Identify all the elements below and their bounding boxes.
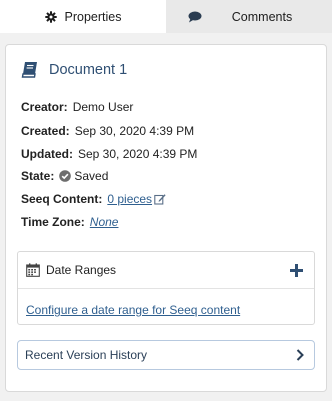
tab-comments-label: Comments bbox=[231, 9, 293, 24]
updated-value: Sep 30, 2020 4:39 PM bbox=[78, 147, 198, 161]
time-zone-label: Time Zone: bbox=[21, 215, 85, 229]
configure-date-range-link[interactable]: Configure a date range for Seeq content bbox=[26, 303, 240, 317]
comment-icon bbox=[188, 11, 202, 23]
time-zone-link[interactable]: None bbox=[90, 215, 119, 229]
plus-icon[interactable] bbox=[288, 262, 304, 278]
document-header: Document 1 bbox=[21, 61, 127, 79]
check-circle-icon bbox=[59, 170, 72, 182]
created-row: Created: Sep 30, 2020 4:39 PM bbox=[21, 124, 194, 138]
time-zone-row: Time Zone: None bbox=[21, 215, 118, 229]
document-title: Document 1 bbox=[49, 62, 128, 78]
calendar-icon bbox=[26, 263, 40, 277]
properties-panel: Document 1 Creator: Demo User Created: S… bbox=[5, 44, 327, 392]
updated-row: Updated: Sep 30, 2020 4:39 PM bbox=[21, 147, 197, 161]
creator-row: Creator: Demo User bbox=[21, 100, 133, 114]
date-ranges-header: Date Ranges bbox=[18, 252, 314, 289]
chevron-right-icon bbox=[296, 349, 304, 361]
book-icon bbox=[21, 61, 39, 79]
recent-version-history-button[interactable]: Recent Version History bbox=[17, 340, 315, 370]
created-value: Sep 30, 2020 4:39 PM bbox=[74, 124, 195, 138]
date-ranges-section: Date Ranges Configure a date range for S… bbox=[17, 251, 315, 325]
creator-value: Demo User bbox=[72, 100, 134, 114]
edit-icon[interactable] bbox=[154, 193, 166, 205]
updated-label: Updated: bbox=[21, 147, 73, 161]
date-ranges-title: Date Ranges bbox=[46, 263, 117, 277]
creator-label: Creator: bbox=[21, 100, 68, 114]
gear-icon bbox=[44, 10, 57, 23]
state-value: Saved bbox=[74, 169, 109, 183]
created-label: Created: bbox=[21, 124, 70, 138]
seeq-content-row: Seeq Content: 0 pieces bbox=[21, 192, 166, 206]
tab-bar: Properties Comments bbox=[0, 0, 332, 33]
state-row: State: Saved bbox=[21, 169, 108, 183]
tab-properties[interactable]: Properties bbox=[0, 0, 166, 33]
state-label: State: bbox=[21, 169, 55, 183]
tab-comments[interactable]: Comments bbox=[166, 0, 332, 33]
seeq-content-link[interactable]: 0 pieces bbox=[107, 192, 152, 206]
recent-version-history-label: Recent Version History bbox=[25, 348, 148, 362]
tab-properties-label: Properties bbox=[64, 9, 122, 24]
seeq-content-label: Seeq Content: bbox=[21, 192, 103, 206]
